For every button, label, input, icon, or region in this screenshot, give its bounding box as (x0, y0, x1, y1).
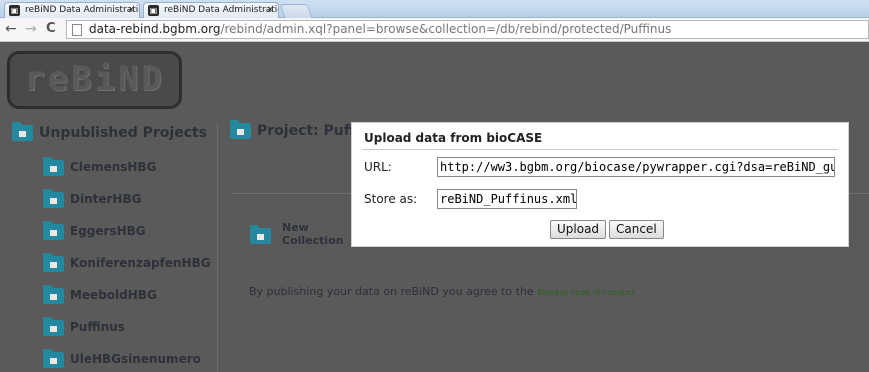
browser-tab-1[interactable]: ▣ reBiND Data Administratio × (4, 2, 140, 18)
sidebar-item-puffinus[interactable]: Puffinus (43, 316, 125, 336)
close-tab-icon[interactable]: × (127, 3, 135, 18)
agreement-sentence: By publishing your data on reBiND you ag… (249, 285, 538, 298)
sidebar-item-clemenshbg[interactable]: ClemensHBG (43, 156, 157, 176)
sidebar-item-meeboldhbg[interactable]: MeeboldHBG (43, 284, 157, 304)
sidebar-item-ulehbgsinenumero[interactable]: UleHBGsinenumero (43, 348, 201, 368)
forward-arrow-icon[interactable]: → (25, 21, 37, 37)
rebind-favicon-icon: ▣ (9, 5, 20, 16)
sidebar-item-label: KoniferenzapfenHBG (70, 256, 211, 270)
url-path: /rebind/admin.xql?panel=browse&collectio… (220, 22, 672, 36)
reload-icon[interactable]: C (46, 21, 56, 37)
folder-icon (12, 122, 33, 141)
upload-dialog: Upload data from bioCASE URL: http://ww3… (351, 122, 849, 247)
sidebar-item-label: UleHBGsinenumero (70, 352, 201, 366)
sidebar: Unpublished Projects ClemensHBG DinterHB… (0, 122, 218, 372)
folder-icon (230, 120, 251, 139)
dialog-divider (362, 149, 838, 150)
folder-icon (43, 220, 64, 240)
folder-icon (43, 252, 64, 272)
tab-bar: ▣ reBiND Data Administratio × ▣ reBiND D… (0, 0, 869, 18)
new-collection-label: New Collection (282, 221, 344, 247)
folder-icon (43, 316, 64, 336)
code-of-conduct-link[interactable]: Biocase code of conduct. (537, 288, 637, 297)
url-field[interactable]: http://ww3.bgbm.org/biocase/pywrapper.cg… (437, 157, 835, 177)
browser-tab-2[interactable]: ▣ reBiND Data Administratio × (143, 2, 279, 18)
sidebar-item-label: ClemensHBG (70, 160, 157, 174)
cancel-button[interactable]: Cancel (609, 220, 664, 239)
folder-icon (43, 284, 64, 304)
url-input[interactable]: data-rebind.bgbm.org/rebind/admin.xql?pa… (66, 20, 869, 39)
sidebar-item-label: EggersHBG (70, 224, 146, 238)
folder-icon (43, 348, 64, 368)
sidebar-item-eggershbg[interactable]: EggersHBG (43, 220, 146, 240)
tab-title: reBiND Data Administratio (25, 5, 140, 15)
sidebar-item-koniferenzapfenhbg[interactable]: KoniferenzapfenHBG (43, 252, 211, 272)
project-title: Project: Puff (230, 120, 356, 139)
page-icon (72, 24, 82, 36)
address-bar: ← → C data-rebind.bgbm.org/rebind/admin.… (0, 18, 869, 42)
dialog-title: Upload data from bioCASE (364, 131, 543, 145)
sidebar-item-label: MeeboldHBG (70, 288, 157, 302)
upload-button[interactable]: Upload (550, 220, 607, 239)
add-folder-icon (250, 225, 271, 244)
folder-icon (43, 156, 64, 176)
sidebar-item-dinterhbg[interactable]: DinterHBG (43, 188, 142, 208)
url-label: URL: (364, 160, 392, 174)
close-tab-icon[interactable]: × (266, 3, 274, 18)
new-tab-button[interactable] (279, 4, 313, 18)
rebind-logo: reBiND (7, 51, 182, 109)
sidebar-heading-label: Unpublished Projects (39, 125, 208, 141)
new-collection-line1: New (282, 221, 309, 234)
project-title-label: Project: Puff (257, 123, 356, 139)
store-as-field[interactable]: reBiND_Puffinus.xml (437, 189, 577, 209)
sidebar-item-label: DinterHBG (70, 192, 142, 206)
sidebar-heading: Unpublished Projects (12, 122, 208, 141)
url-host: data-rebind.bgbm.org (89, 22, 221, 36)
new-collection-line2: Collection (282, 234, 344, 247)
back-arrow-icon[interactable]: ← (5, 21, 17, 37)
store-as-label: Store as: (364, 192, 418, 206)
folder-icon (43, 188, 64, 208)
agreement-text: By publishing your data on reBiND you ag… (249, 285, 637, 298)
rebind-favicon-icon: ▣ (148, 5, 159, 16)
sidebar-item-label: Puffinus (70, 320, 125, 334)
tab-title: reBiND Data Administratio (164, 5, 279, 15)
